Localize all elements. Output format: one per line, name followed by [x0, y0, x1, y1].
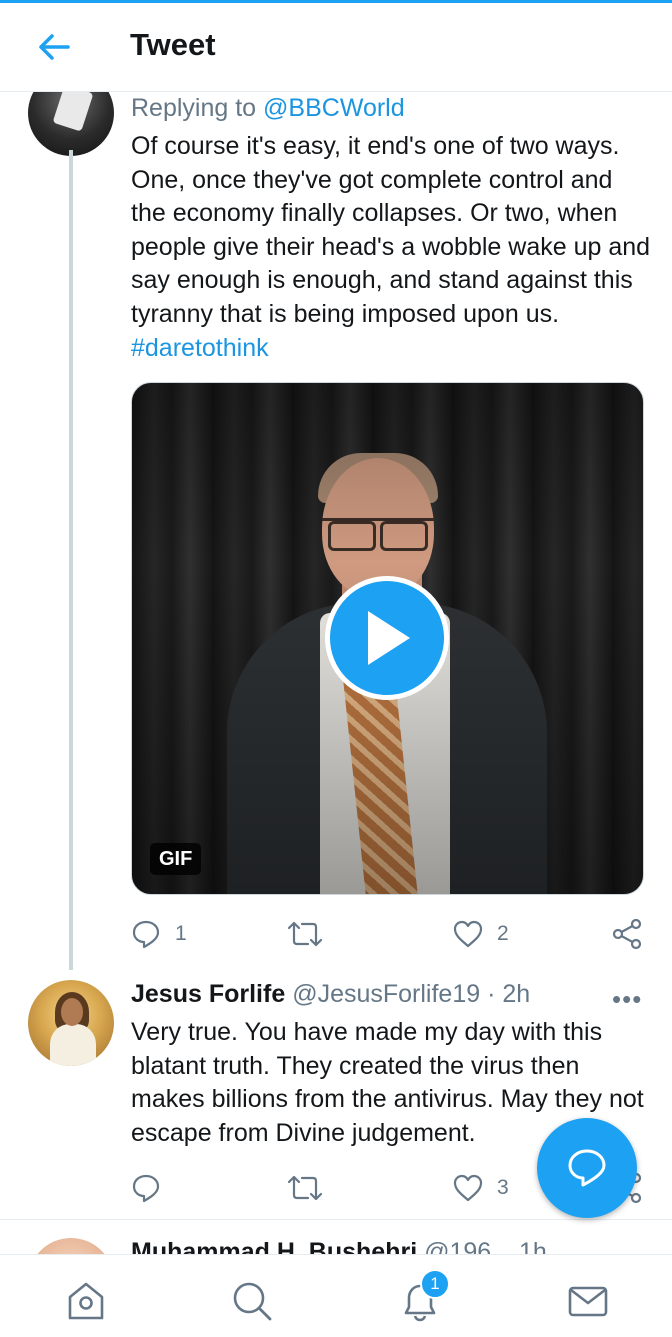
nav-home[interactable] [64, 1279, 108, 1323]
retweet-icon [287, 1175, 323, 1201]
like-button[interactable]: 3 [453, 1168, 509, 1208]
replying-prefix: Replying to [131, 94, 264, 122]
avatar[interactable] [28, 1238, 114, 1254]
timestamp: 2h [502, 980, 531, 1008]
more-icon[interactable]: ••• [612, 984, 642, 1015]
nav-search[interactable] [230, 1279, 274, 1323]
page-title: Tweet [130, 27, 216, 62]
tweet-actions: 1 2 [131, 914, 651, 954]
play-icon [368, 611, 410, 665]
play-button[interactable] [325, 576, 449, 700]
divider [0, 1219, 672, 1220]
gif-media[interactable]: GIF [131, 382, 644, 895]
reply-user-line: Jesus Forlife @JesusForlife19 · 2h [131, 980, 530, 1009]
reply-button[interactable]: 1 [131, 914, 187, 954]
separator: · [480, 980, 503, 1008]
replying-to-link[interactable]: @BBCWorld [263, 94, 405, 122]
thread-connector-line [69, 150, 73, 970]
header: Tweet [0, 3, 672, 92]
reply-icon [132, 1174, 160, 1203]
user-handle[interactable]: @196... [424, 1238, 512, 1254]
avatar[interactable] [28, 980, 114, 1066]
back-button[interactable] [34, 29, 74, 65]
tweet-text: Of course it's easy, it end's one of two… [131, 130, 651, 365]
search-icon [233, 1282, 272, 1321]
like-count: 3 [497, 1176, 509, 1199]
tweet-body: Of course it's easy, it end's one of two… [131, 132, 651, 328]
like-button[interactable]: 2 [453, 914, 509, 954]
retweet-button[interactable] [287, 914, 337, 954]
next-reply-user-line: Muhammad H. Bushehri @196... 1h [131, 1238, 547, 1254]
replying-to: Replying to @BBCWorld [131, 94, 405, 123]
like-icon [453, 1174, 483, 1202]
notification-badge: 1 [420, 1269, 450, 1299]
bottom-navigation: 1 [0, 1254, 672, 1337]
tweet-thread[interactable]: Replying to @BBCWorld Of course it's eas… [0, 92, 672, 1254]
timestamp: 1h [519, 1238, 547, 1254]
user-handle[interactable]: @JesusForlife19 [292, 980, 480, 1008]
hashtag-link[interactable]: #daretothink [131, 334, 269, 362]
home-icon [68, 1282, 104, 1320]
avatar[interactable] [28, 92, 114, 156]
messages-icon [568, 1286, 608, 1317]
nav-messages[interactable] [566, 1279, 610, 1323]
reply-icon [132, 920, 160, 949]
back-arrow-icon [39, 34, 70, 60]
share-icon [612, 918, 642, 950]
compose-reply-button[interactable] [537, 1118, 637, 1218]
display-name[interactable]: Muhammad H. Bushehri [131, 1238, 417, 1254]
share-button[interactable] [611, 914, 643, 954]
reply-count: 1 [175, 922, 187, 945]
like-count: 2 [497, 922, 509, 945]
compose-reply-icon [568, 1149, 606, 1187]
like-icon [453, 920, 483, 948]
reply-button[interactable] [131, 1168, 175, 1208]
retweet-button[interactable] [287, 1168, 323, 1208]
display-name[interactable]: Jesus Forlife [131, 980, 285, 1008]
gif-badge: GIF [150, 843, 202, 875]
retweet-icon [287, 921, 323, 947]
